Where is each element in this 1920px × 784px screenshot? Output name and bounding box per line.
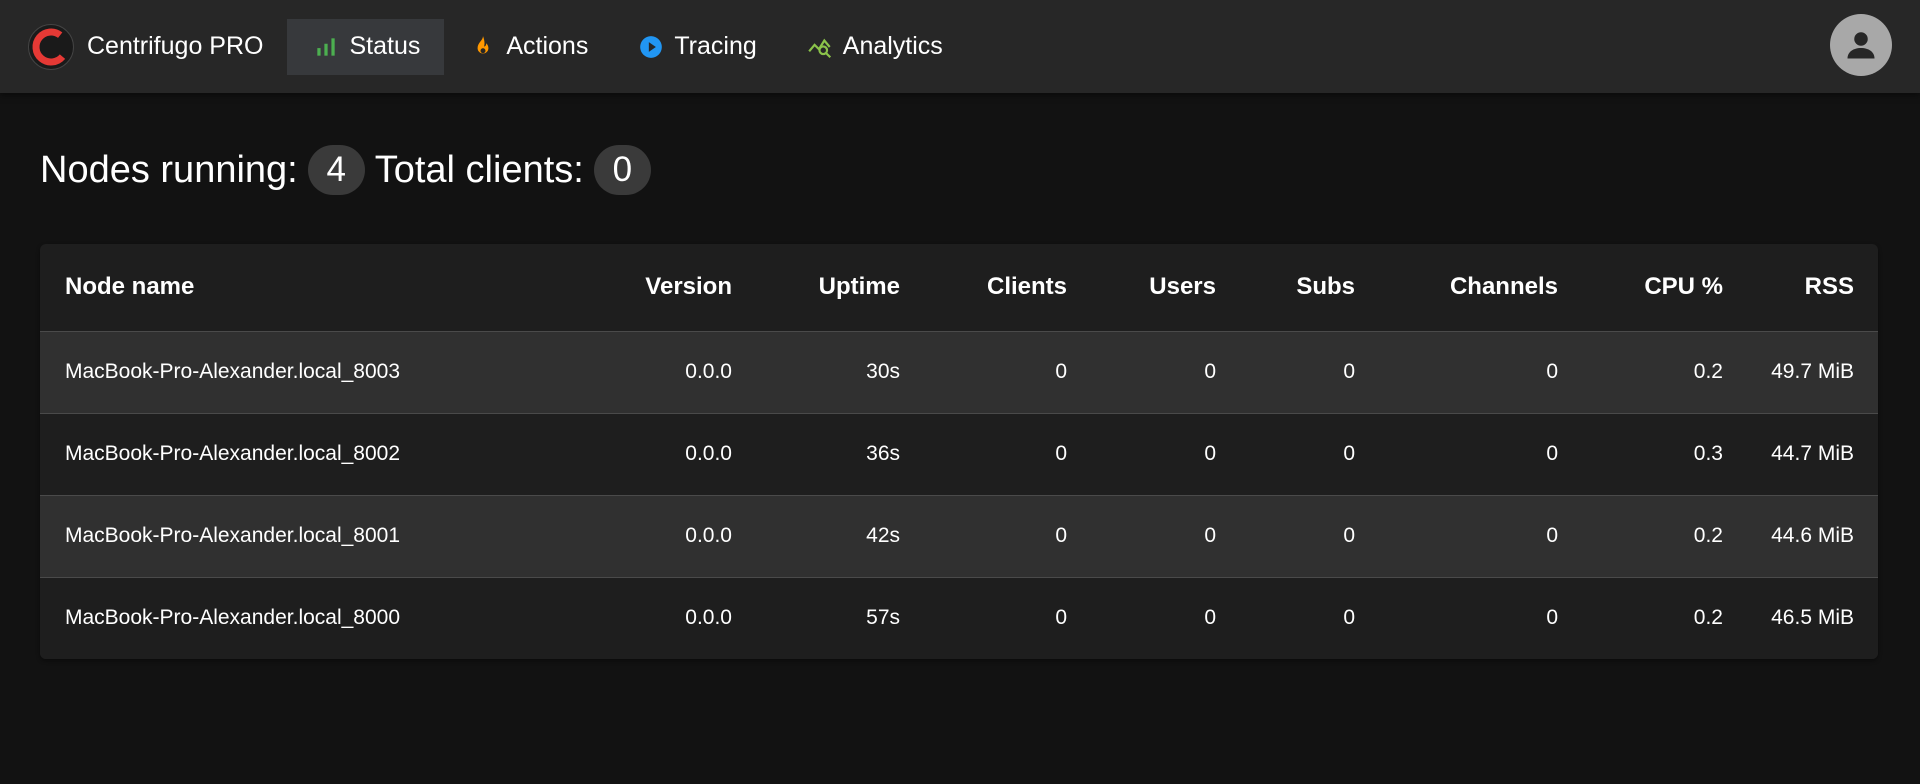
cell-users: 0 <box>1091 413 1240 496</box>
cell-version: 0.0.0 <box>592 413 756 496</box>
account-button[interactable] <box>1830 14 1892 76</box>
cell-uptime: 57s <box>866 606 900 630</box>
cell-node-name: MacBook-Pro-Alexander.local_8003 <box>40 331 592 414</box>
main-nav: Status Actions Tracing Analytics <box>287 0 966 93</box>
cell-users: 0 <box>1091 331 1240 414</box>
column-header-cpu: CPU % <box>1582 244 1747 332</box>
column-header-uptime: Uptime <box>756 244 924 332</box>
cell-users: 0 <box>1091 495 1240 578</box>
cluster-summary: Nodes running: 4 Total clients: 0 <box>40 145 661 195</box>
nav-tracing-label: Tracing <box>674 32 757 60</box>
nav-tracing[interactable]: Tracing <box>612 19 780 75</box>
cell-cpu: 0.2 <box>1582 495 1747 578</box>
bar-chart-icon <box>317 37 336 56</box>
cell-users: 0 <box>1204 606 1216 630</box>
cell-version: 0.0.0 <box>592 331 756 414</box>
cell-subs: 0 <box>1240 413 1379 496</box>
cell-channels: 0 <box>1379 413 1582 496</box>
cell-version: 0.0.0 <box>685 606 732 630</box>
cell-node-name: MacBook-Pro-Alexander.local_8000 <box>65 606 401 630</box>
cell-rss: 46.5 MiB <box>1771 606 1854 630</box>
column-header-version: Version <box>592 244 756 332</box>
cell-cpu: 0.3 <box>1582 413 1747 496</box>
cell-rss: 44.6 MiB <box>1747 495 1878 578</box>
column-header-rss: RSS <box>1747 244 1878 332</box>
table-row: MacBook-Pro-Alexander.local_8000 0.0.0 5… <box>40 577 1878 659</box>
cell-node-name: MacBook-Pro-Alexander.local_8001 <box>40 495 592 578</box>
cell-rss: 44.7 MiB <box>1747 413 1878 496</box>
cell-subs: 0 <box>1240 495 1379 578</box>
cell-version: 0.0.0 <box>592 495 756 578</box>
nav-analytics-label: Analytics <box>842 32 943 60</box>
column-header-subs: Subs <box>1240 244 1379 332</box>
column-header-clients: Clients <box>924 244 1091 332</box>
nav-analytics[interactable]: Analytics <box>781 19 967 75</box>
cell-cpu: 0.2 <box>1582 331 1747 414</box>
column-header-channels: Channels <box>1379 244 1582 332</box>
flame-icon <box>477 35 489 53</box>
centrifugo-logo-icon <box>28 23 74 70</box>
top-app-bar: Centrifugo PRO Status Actions Tracing An… <box>0 0 1920 93</box>
cell-uptime: 36s <box>756 413 924 496</box>
nodes-running-count: 4 <box>307 145 365 195</box>
cell-uptime: 30s <box>756 331 924 414</box>
cell-rss: 49.7 MiB <box>1747 331 1878 414</box>
play-circle-icon <box>640 35 663 58</box>
query-stats-icon <box>808 38 831 58</box>
cell-cpu: 0.2 <box>1693 606 1723 630</box>
cell-clients: 0 <box>1055 606 1067 630</box>
brand-name: Centrifugo PRO <box>87 32 264 60</box>
table-header-row: Node name Version Uptime Clients Users S… <box>40 244 1878 332</box>
cell-node-name: MacBook-Pro-Alexander.local_8002 <box>40 413 592 496</box>
cell-clients: 0 <box>924 495 1091 578</box>
cell-clients: 0 <box>924 331 1091 414</box>
cell-channels: 0 <box>1379 331 1582 414</box>
cell-channels: 0 <box>1379 495 1582 578</box>
table-row: MacBook-Pro-Alexander.local_8001 0.0.0 4… <box>40 495 1878 578</box>
column-header-node-name: Node name <box>40 244 592 332</box>
total-clients-label: Total clients: <box>374 148 584 191</box>
total-clients-count: 0 <box>593 145 651 195</box>
nodes-table: Node name Version Uptime Clients Users S… <box>40 244 1878 659</box>
cell-clients: 0 <box>924 413 1091 496</box>
cell-uptime: 42s <box>756 495 924 578</box>
nodes-running-label: Nodes running: <box>40 148 298 191</box>
table-row: MacBook-Pro-Alexander.local_8003 0.0.0 3… <box>40 331 1878 414</box>
brand[interactable]: Centrifugo PRO <box>27 0 263 93</box>
nav-status-label: Status <box>349 32 421 60</box>
table-row: MacBook-Pro-Alexander.local_8002 0.0.0 3… <box>40 413 1878 496</box>
column-header-users: Users <box>1091 244 1240 332</box>
cell-channels: 0 <box>1546 606 1558 630</box>
account-icon <box>1847 32 1875 59</box>
cell-subs: 0 <box>1343 606 1355 630</box>
nav-status[interactable]: Status <box>287 18 445 75</box>
nav-actions-label: Actions <box>506 32 589 60</box>
nav-actions[interactable]: Actions <box>444 19 612 75</box>
cell-subs: 0 <box>1240 331 1379 414</box>
